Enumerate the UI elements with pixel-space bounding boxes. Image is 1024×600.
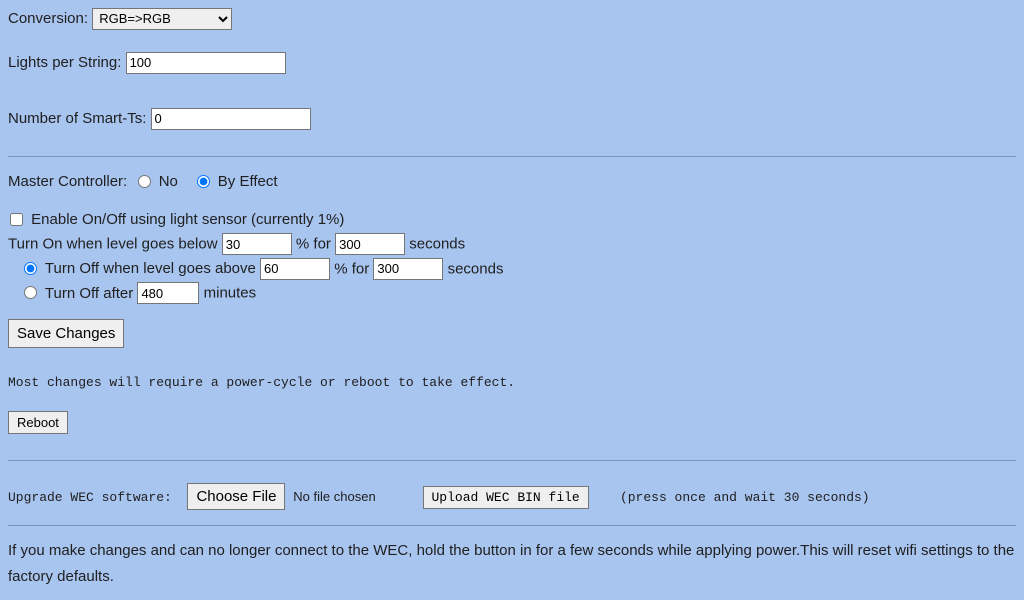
enable-light-sensor-checkbox[interactable] — [10, 213, 23, 226]
enable-light-sensor-text: Enable On/Off using light sensor (curren… — [31, 211, 344, 228]
smart-ts-label: Number of Smart-Ts: — [8, 110, 146, 127]
turn-off-level-input[interactable] — [260, 258, 330, 280]
power-cycle-note: Most changes will require a power-cycle … — [8, 370, 1016, 396]
turn-off-above-option[interactable]: Turn Off when level goes above — [22, 260, 260, 277]
seconds-label-2: seconds — [448, 260, 504, 277]
conversion-select[interactable]: RGB=>RGB — [92, 8, 232, 30]
save-button[interactable]: Save Changes — [8, 319, 124, 348]
reset-help-text: If you make changes and can no longer co… — [8, 538, 1016, 590]
lights-per-string-label: Lights per String: — [8, 54, 121, 71]
seconds-label-1: seconds — [409, 236, 465, 253]
minutes-label: minutes — [204, 285, 257, 302]
choose-file-button[interactable]: Choose File — [187, 483, 285, 510]
master-by-effect-radio[interactable] — [197, 175, 210, 188]
no-file-text: No file chosen — [293, 489, 375, 504]
master-no-option[interactable]: No — [136, 173, 183, 190]
divider — [8, 156, 1016, 157]
smart-ts-input[interactable] — [151, 108, 311, 130]
percent-for-2: % for — [334, 260, 373, 277]
upload-button[interactable]: Upload WEC BIN file — [423, 486, 589, 509]
turn-on-seconds-input[interactable] — [335, 233, 405, 255]
conversion-label: Conversion: — [8, 10, 88, 27]
reboot-button[interactable]: Reboot — [8, 411, 68, 434]
turn-off-above-radio[interactable] — [24, 262, 37, 275]
master-no-radio[interactable] — [138, 175, 151, 188]
master-controller-label: Master Controller: — [8, 173, 127, 190]
master-by-effect-option[interactable]: By Effect — [195, 173, 278, 190]
upgrade-label: Upgrade WEC software: — [8, 490, 172, 505]
master-no-text: No — [159, 173, 178, 190]
enable-light-sensor-option[interactable]: Enable On/Off using light sensor (curren… — [8, 211, 344, 228]
master-by-effect-text: By Effect — [218, 173, 278, 190]
turn-off-seconds-input[interactable] — [373, 258, 443, 280]
turn-off-after-option[interactable]: Turn Off after — [22, 285, 137, 302]
press-once-note: (press once and wait 30 seconds) — [620, 490, 870, 505]
turn-off-after-min-input[interactable] — [137, 282, 199, 304]
divider — [8, 525, 1016, 526]
turn-on-level-input[interactable] — [222, 233, 292, 255]
percent-for-1: % for — [296, 236, 335, 253]
lights-per-string-input[interactable] — [126, 52, 286, 74]
turn-off-above-text: Turn Off when level goes above — [45, 260, 260, 277]
turn-on-pre: Turn On when level goes below — [8, 236, 222, 253]
divider — [8, 460, 1016, 461]
turn-off-after-text: Turn Off after — [45, 285, 138, 302]
turn-off-after-radio[interactable] — [24, 286, 37, 299]
